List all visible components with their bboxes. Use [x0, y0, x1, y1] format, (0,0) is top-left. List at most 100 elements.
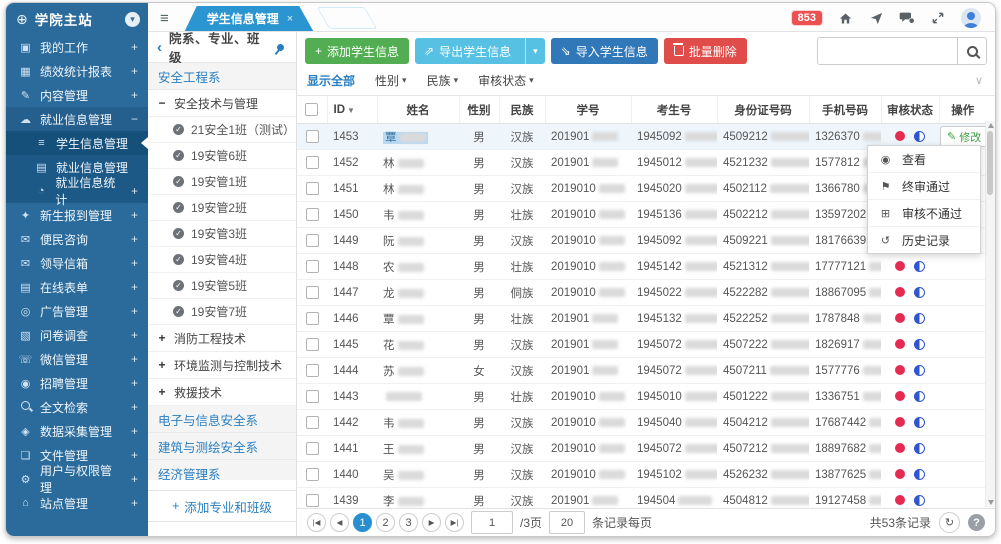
- tree-class-item[interactable]: ✓19安管1班: [148, 169, 296, 195]
- sidebar-item-survey-mgmt[interactable]: ▧问卷调查+: [6, 323, 148, 347]
- tree-class-item[interactable]: ✓19安管5班: [148, 273, 296, 299]
- sidebar-item-content-mgmt[interactable]: ✎内容管理+: [6, 83, 148, 107]
- page-number-input[interactable]: [471, 511, 513, 534]
- page-size-input[interactable]: [549, 511, 585, 534]
- filter-dropdown[interactable]: 性别▾: [375, 72, 407, 89]
- first-page-button[interactable]: |◀: [307, 513, 326, 532]
- tree-major-item[interactable]: +消防工程技术: [148, 325, 296, 352]
- edit-button-group[interactable]: ✎修改▾: [940, 126, 986, 147]
- filter-dropdown[interactable]: 民族▾: [427, 72, 459, 89]
- search-button[interactable]: [957, 38, 986, 64]
- student-name-link[interactable]: 林: [383, 158, 424, 170]
- scroll-up-icon[interactable]: [988, 123, 994, 128]
- row-checkbox[interactable]: [306, 234, 319, 247]
- user-avatar[interactable]: [961, 8, 981, 28]
- column-header[interactable]: 学号: [545, 96, 631, 124]
- dropdown-item[interactable]: ↺历史记录: [868, 227, 980, 253]
- student-name-link[interactable]: 覃: [383, 314, 424, 326]
- expand-icon[interactable]: +: [157, 358, 167, 372]
- row-checkbox[interactable]: [306, 416, 319, 429]
- sidebar-item-ad-mgmt[interactable]: ◎广告管理+: [6, 299, 148, 323]
- tree-dept-item[interactable]: 安全工程系: [148, 63, 296, 90]
- table-row[interactable]: 1445花男汉族201901194507245072221826917: [297, 332, 986, 358]
- last-page-button[interactable]: ▶|: [445, 513, 464, 532]
- table-row[interactable]: 1442韦男汉族20190101945040450421217687442: [297, 410, 986, 436]
- student-name-link[interactable]: 李: [383, 496, 424, 508]
- column-header[interactable]: 考生号: [631, 96, 717, 124]
- row-checkbox[interactable]: [306, 260, 319, 273]
- column-header[interactable]: 性别: [459, 96, 499, 124]
- edit-button[interactable]: ✎修改: [941, 129, 986, 145]
- tree-dept-item[interactable]: 建筑与测绘安全系: [148, 433, 296, 460]
- filter-dropdown[interactable]: 审核状态▾: [478, 72, 534, 89]
- sidebar-item-employment-stats[interactable]: ◔就业信息统计+: [6, 179, 148, 203]
- table-row[interactable]: 1446覃男壮族201901194513245222521787848: [297, 306, 986, 332]
- menu-toggle-icon[interactable]: ≡: [160, 10, 169, 27]
- column-header[interactable]: 操作: [939, 96, 986, 124]
- sidebar-item-new-student-mgmt[interactable]: ✦新生报到管理+: [6, 203, 148, 227]
- tree-class-item[interactable]: ✓19安管4班: [148, 247, 296, 273]
- notification-badge[interactable]: 853: [792, 11, 822, 25]
- tab-student-info[interactable]: 学生信息管理 ×: [185, 6, 313, 31]
- import-student-button[interactable]: ⇘ 导入学生信息: [551, 38, 658, 64]
- scroll-down-icon[interactable]: [988, 500, 994, 505]
- student-name-link[interactable]: 龙: [383, 288, 424, 300]
- sidebar-item-recruit-mgmt[interactable]: ◉招聘管理+: [6, 371, 148, 395]
- row-checkbox[interactable]: [306, 208, 319, 221]
- student-name-link[interactable]: 王: [383, 444, 424, 456]
- sidebar-item-student-info-mgmt[interactable]: ≡学生信息管理: [6, 131, 148, 155]
- row-checkbox[interactable]: [306, 494, 319, 507]
- column-header[interactable]: 身份证号码: [717, 96, 809, 124]
- sidebar-item-my-work[interactable]: ▣我的工作+: [6, 35, 148, 59]
- expand-icon[interactable]: +: [157, 385, 167, 399]
- page-button-3[interactable]: 3: [399, 513, 418, 532]
- search-input[interactable]: [818, 38, 957, 64]
- page-button-2[interactable]: 2: [376, 513, 395, 532]
- table-row[interactable]: 1448农男壮族20190101945142452131217777121: [297, 254, 986, 280]
- page-button-1[interactable]: 1: [353, 513, 372, 532]
- student-name-link[interactable]: 吴: [383, 470, 424, 482]
- student-name-link[interactable]: 韦: [383, 210, 424, 222]
- back-chevron-icon[interactable]: ‹: [157, 40, 162, 55]
- home-icon[interactable]: [837, 10, 853, 26]
- table-row[interactable]: 1440吴男汉族20190101945102452623213877625: [297, 462, 986, 488]
- sidebar-item-employment-info-mgmt[interactable]: ☁就业信息管理−: [6, 107, 148, 131]
- help-button[interactable]: ?: [968, 514, 985, 531]
- column-header[interactable]: 姓名: [377, 96, 459, 124]
- student-name-link[interactable]: 林: [383, 184, 424, 196]
- student-name-link[interactable]: [383, 391, 422, 403]
- chat-icon[interactable]: [899, 10, 915, 26]
- fullscreen-icon[interactable]: [930, 10, 946, 26]
- sidebar-item-site-mgmt[interactable]: ⌂站点管理+: [6, 491, 148, 515]
- row-checkbox[interactable]: [306, 338, 319, 351]
- sidebar-item-performance-reports[interactable]: ▦绩效统计报表+: [6, 59, 148, 83]
- dropdown-item[interactable]: ⚑终审通过: [868, 173, 980, 200]
- row-checkbox[interactable]: [306, 364, 319, 377]
- collapse-icon[interactable]: −: [157, 96, 167, 110]
- tree-dept-item[interactable]: 经济管理系: [148, 460, 296, 480]
- student-name-link[interactable]: 农: [383, 262, 424, 274]
- column-header[interactable]: 民族: [499, 96, 545, 124]
- table-row[interactable]: 1447龙男侗族20190101945022452228218867095: [297, 280, 986, 306]
- row-checkbox[interactable]: [306, 468, 319, 481]
- table-row[interactable]: 1443男壮族2019010194501045012221336751: [297, 384, 986, 410]
- dropdown-item[interactable]: ◉查看: [868, 146, 980, 173]
- export-dropdown-caret[interactable]: ▾: [525, 38, 545, 64]
- batch-delete-button[interactable]: 批量删除: [664, 38, 747, 64]
- next-page-button[interactable]: ▶: [422, 513, 441, 532]
- sidebar-item-wechat-mgmt[interactable]: ☏微信管理+: [6, 347, 148, 371]
- select-all-checkbox[interactable]: [305, 103, 318, 116]
- sidebar-item-leader-mailbox[interactable]: ✉领导信箱+: [6, 251, 148, 275]
- tree-class-item[interactable]: ✓19安管2班: [148, 195, 296, 221]
- pin-icon[interactable]: [276, 42, 286, 52]
- filter-show-all[interactable]: 显示全部: [307, 72, 355, 89]
- student-name-link[interactable]: 阮: [383, 236, 424, 248]
- student-name-link[interactable]: 苏: [383, 366, 424, 378]
- row-checkbox[interactable]: [306, 156, 319, 169]
- tree-dept-item[interactable]: 电子与信息安全系: [148, 406, 296, 433]
- tree-class-item[interactable]: ✓21安全1班（测试）: [148, 117, 296, 143]
- column-header[interactable]: 手机号码: [809, 96, 881, 124]
- dropdown-item[interactable]: ⊞审核不通过: [868, 200, 980, 227]
- vertical-scrollbar[interactable]: [985, 121, 995, 507]
- sort-desc-icon[interactable]: ▼: [347, 106, 355, 115]
